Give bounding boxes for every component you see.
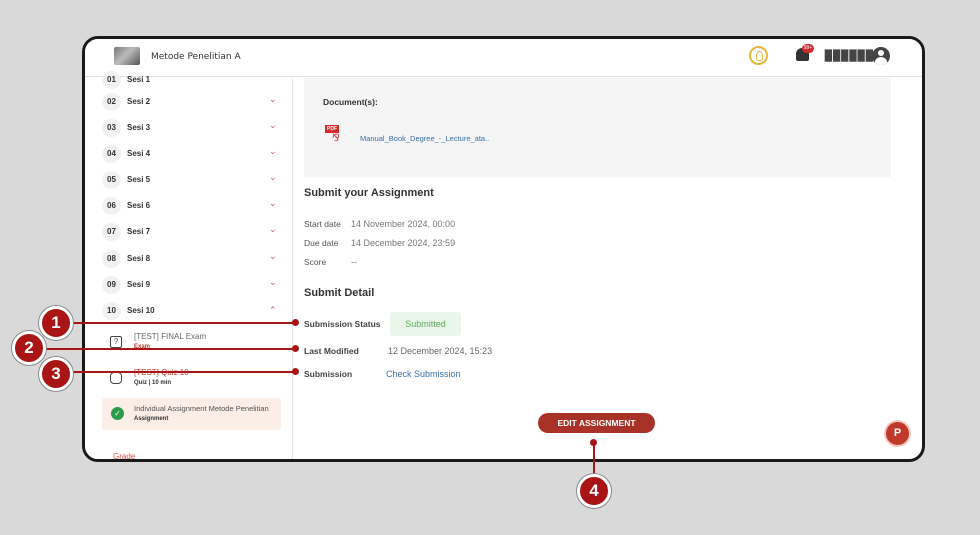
document-heading: Document(s):: [323, 97, 378, 107]
grade-link[interactable]: Grade: [113, 452, 135, 459]
sidebar-session-1[interactable]: 01 Sesi 1: [102, 70, 282, 90]
session-number: 09: [102, 276, 121, 294]
session-label: Sesi 2: [127, 97, 151, 106]
sidebar-session-7[interactable]: 07 Sesi 7 ⌄: [102, 222, 282, 242]
session-label: Sesi 6: [127, 201, 151, 210]
sidebar-session-6[interactable]: 06 Sesi 6 ⌄: [102, 196, 282, 216]
pdf-tag: PDF: [325, 125, 339, 133]
item-type: Assignment: [134, 416, 169, 422]
sidebar-session-5[interactable]: 05 Sesi 5 ⌄: [102, 170, 282, 190]
session-number: 03: [102, 119, 121, 137]
chevron-down-icon[interactable]: ⌄: [269, 277, 277, 288]
notification-count-badge: 99+: [802, 44, 814, 53]
session-label: Sesi 7: [127, 227, 151, 236]
edit-assignment-button[interactable]: EDIT ASSIGNMENT: [538, 413, 655, 433]
last-modified-label: Last Modified: [304, 346, 359, 356]
sidebar-session-4[interactable]: 04 Sesi 4 ⌄: [102, 144, 282, 164]
session-number: 05: [102, 171, 121, 189]
sidebar-session-8[interactable]: 08 Sesi 8 ⌄: [102, 249, 282, 269]
chat-support-icon[interactable]: P: [884, 420, 911, 447]
callout-marker-2: 2: [12, 331, 46, 365]
sidebar-session-2[interactable]: 02 Sesi 2 ⌄: [102, 92, 282, 112]
username[interactable]: ▉▉▉▉▉▉: [825, 51, 874, 62]
sidebar-item-final-exam[interactable]: ? [TEST] FINAL Exam Exam: [102, 332, 282, 356]
acrobat-icon: ⅋: [332, 133, 340, 144]
check-circle-icon: ✓: [111, 407, 124, 420]
due-date-value: 14 December 2024, 23:59: [351, 238, 456, 248]
session-label: Sesi 10: [127, 306, 155, 315]
session-label: Sesi 3: [127, 123, 151, 132]
course-title: Metode Penelitian A: [151, 52, 241, 62]
session-label: Sesi 1: [127, 75, 151, 84]
session-sidebar: 01 Sesi 1 02 Sesi 2 ⌄ 03 Sesi 3 ⌄ 04 Ses…: [85, 71, 293, 459]
session-label: Sesi 9: [127, 280, 151, 289]
session-number: 02: [102, 93, 121, 111]
callout-marker-1: 1: [39, 306, 73, 340]
status-badge: Submitted: [390, 312, 461, 336]
session-label: Sesi 8: [127, 254, 151, 263]
pdf-icon: PDF ⅋: [325, 125, 343, 145]
session-number: 04: [102, 145, 121, 163]
chevron-down-icon[interactable]: ⌄: [269, 251, 277, 262]
callout-dot-2: [292, 345, 299, 352]
item-title: [TEST] FINAL Exam: [134, 332, 207, 341]
callout-line-2: [44, 348, 296, 350]
callout-marker-4: 4: [577, 474, 611, 508]
submit-detail-heading: Submit Detail: [304, 287, 375, 299]
session-number: 10: [102, 302, 121, 320]
session-number: 06: [102, 197, 121, 215]
achievement-badge-icon[interactable]: [749, 46, 768, 65]
last-modified-value: 12 December 2024, 15:23: [388, 346, 493, 356]
submit-heading: Submit your Assignment: [304, 187, 434, 199]
due-date-label: Due date: [304, 238, 339, 248]
start-date-label: Start date: [304, 219, 341, 229]
callout-dot-4: [590, 439, 597, 446]
sidebar-session-3[interactable]: 03 Sesi 3 ⌄: [102, 118, 282, 138]
callout-dot-3: [292, 368, 299, 375]
document-link[interactable]: Manual_Book_Degree_-_Lecture_ata..: [360, 134, 489, 143]
submission-label: Submission: [304, 369, 353, 379]
session-number: 01: [102, 71, 121, 89]
app-window: Metode Penelitian A 99+ ▉▉▉▉▉▉ 01 Sesi 1…: [82, 36, 925, 462]
chevron-down-icon[interactable]: ⌄: [269, 224, 277, 235]
document-panel: Document(s): PDF ⅋ Manual_Book_Degree_-_…: [304, 78, 891, 177]
chevron-down-icon[interactable]: ⌄: [269, 120, 277, 131]
session-number: 08: [102, 250, 121, 268]
sidebar-item-assignment[interactable]: ✓ Individual Assignment Metode Penelitia…: [102, 398, 281, 430]
callout-dot-1: [292, 319, 299, 326]
sidebar-session-10[interactable]: 10 Sesi 10 ⌃: [102, 301, 282, 321]
score-label: Score: [304, 257, 327, 267]
session-label: Sesi 5: [127, 175, 151, 184]
chevron-up-icon[interactable]: ⌃: [269, 305, 277, 316]
start-date-value: 14 November 2024, 00:00: [351, 219, 456, 229]
chevron-down-icon[interactable]: ⌄: [269, 146, 277, 157]
item-type: Quiz | 10 min: [134, 380, 172, 386]
callout-line-4: [593, 442, 595, 478]
chevron-down-icon[interactable]: ⌄: [269, 198, 277, 209]
puzzle-icon: [110, 372, 122, 384]
session-number: 07: [102, 223, 121, 241]
avatar-icon[interactable]: [872, 47, 890, 65]
submission-status-label: Submission Status: [304, 319, 381, 329]
callout-line-1: [70, 322, 296, 324]
session-label: Sesi 4: [127, 149, 151, 158]
chevron-down-icon[interactable]: ⌄: [269, 172, 277, 183]
check-submission-link[interactable]: Check Submission: [386, 369, 461, 379]
item-title: Individual Assignment Metode Penelitian: [134, 404, 269, 413]
callout-line-3: [70, 371, 296, 373]
callout-marker-3: 3: [39, 357, 73, 391]
question-icon: ?: [110, 336, 122, 348]
sidebar-session-9[interactable]: 09 Sesi 9 ⌄: [102, 275, 282, 295]
course-thumbnail: [114, 47, 140, 65]
chevron-down-icon[interactable]: ⌄: [269, 94, 277, 105]
score-value: --: [351, 257, 357, 267]
